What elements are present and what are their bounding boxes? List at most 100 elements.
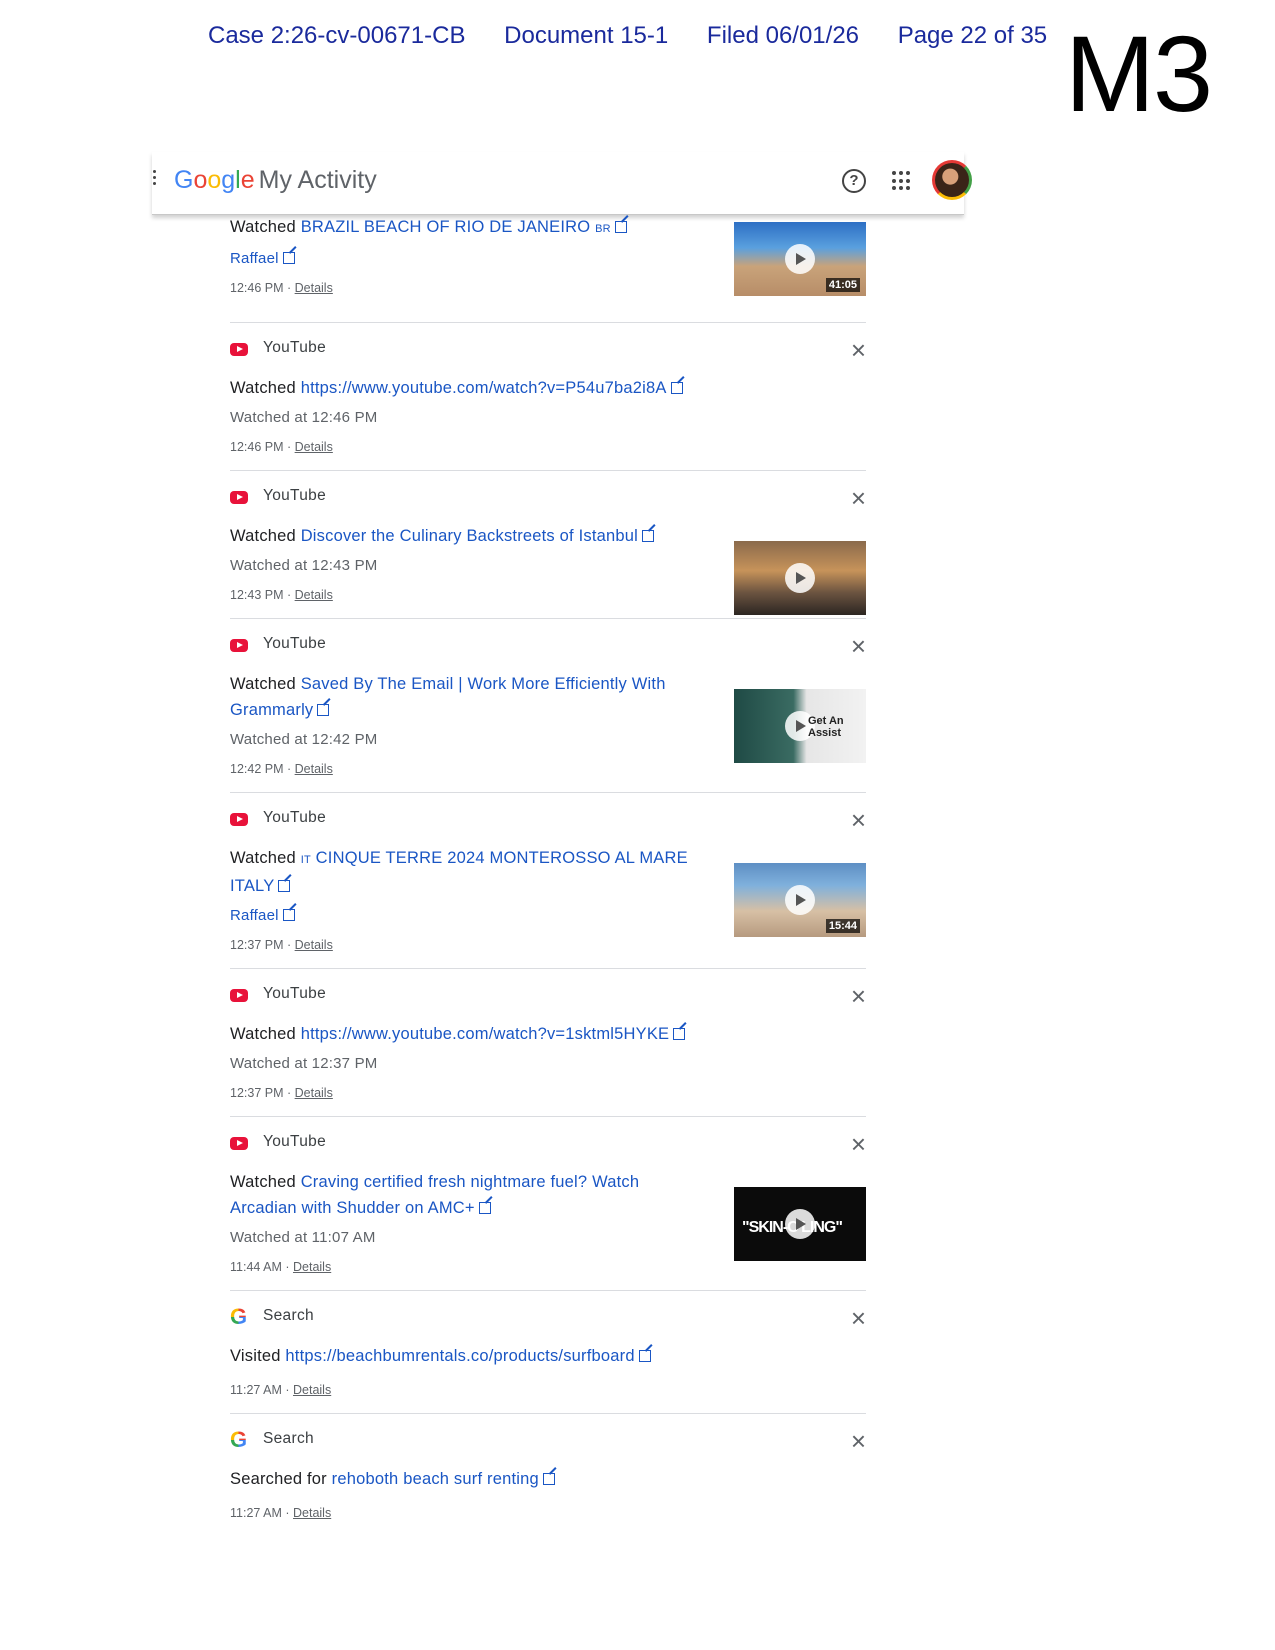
document-number: Document 15-1	[504, 22, 669, 49]
activity-link-text: https://www.youtube.com/watch?v=P54u7ba2…	[300, 379, 667, 397]
close-icon[interactable]: ×	[851, 485, 866, 511]
external-link-icon	[673, 1028, 686, 1040]
details-link[interactable]: Details	[293, 1260, 331, 1274]
video-thumbnail[interactable]: "SKIN-C LING"	[734, 1187, 866, 1261]
product-name: Search	[263, 1307, 314, 1324]
avatar[interactable]	[932, 160, 972, 200]
details-link[interactable]: Details	[295, 1086, 333, 1100]
activity-title: Watched Craving certified fresh nightmar…	[230, 1169, 690, 1221]
activity-item: YouTube × Get An Assist Watched Saved By…	[230, 633, 866, 793]
activity-meta: 12:37 PM · Details	[230, 938, 333, 952]
activity-item: G Search × Visited https://beachbumrenta…	[230, 1305, 866, 1414]
details-link[interactable]: Details	[295, 588, 333, 602]
logo-letter: g	[221, 166, 236, 194]
activity-item: G Search × Searched for rehoboth beach s…	[230, 1427, 866, 1520]
video-thumbnail[interactable]: Get An Assist	[734, 689, 866, 763]
logo-letter: o	[207, 166, 222, 194]
activity-verb: Watched	[230, 218, 301, 236]
activity-meta: 11:27 AM · Details	[230, 1383, 332, 1397]
activity-meta: 11:44 AM · Details	[230, 1260, 332, 1274]
video-thumbnail[interactable]	[734, 541, 866, 615]
product-name: YouTube	[263, 985, 327, 1002]
external-link-icon	[317, 704, 330, 716]
activity-link-text: BRAZIL BEACH OF RIO DE JANEIRO	[300, 218, 591, 236]
close-icon[interactable]: ×	[851, 807, 866, 833]
google-g-icon: G	[230, 1427, 248, 1452]
channel-name: Raffael	[230, 907, 279, 924]
video-thumbnail[interactable]: 15:44	[734, 863, 866, 937]
activity-link[interactable]: https://beachbumrentals.co/products/surf…	[285, 1347, 651, 1365]
country-tag: BR	[595, 223, 611, 235]
close-icon[interactable]: ×	[851, 1305, 866, 1331]
product-row: YouTube ×	[230, 807, 866, 833]
google-my-activity-logo[interactable]: Google My Activity	[174, 166, 377, 195]
youtube-logo-icon	[230, 1137, 248, 1150]
activity-item: 41:05 Watched BRAZIL BEACH OF RIO DE JAN…	[230, 214, 866, 323]
activity-item: YouTube × Watched https://www.youtube.co…	[230, 983, 866, 1117]
product-name: YouTube	[263, 1133, 327, 1150]
video-thumbnail[interactable]: 41:05	[734, 222, 866, 296]
activity-time: 12:42 PM	[230, 762, 284, 776]
activity-item: YouTube × Watched https://www.youtube.co…	[230, 337, 866, 471]
close-icon[interactable]: ×	[851, 1131, 866, 1157]
activity-link[interactable]: https://www.youtube.com/watch?v=1sktml5H…	[301, 1025, 686, 1043]
external-link-icon	[542, 1473, 555, 1485]
activity-link-text: https://beachbumrentals.co/products/surf…	[285, 1347, 635, 1365]
details-link[interactable]: Details	[295, 762, 333, 776]
external-link-icon	[282, 909, 295, 921]
external-link-icon	[478, 1202, 491, 1214]
activity-link[interactable]: https://www.youtube.com/watch?v=P54u7ba2…	[301, 379, 683, 397]
filed-date: Filed 06/01/26	[706, 22, 860, 49]
details-link[interactable]: Details	[295, 440, 333, 454]
details-link[interactable]: Details	[293, 1383, 331, 1397]
activity-verb: Visited	[230, 1347, 286, 1365]
activity-verb: Watched	[230, 1025, 301, 1043]
activity-time: 12:43 PM	[230, 588, 284, 602]
activity-link-text: rehoboth beach surf renting	[331, 1470, 539, 1488]
activity-feed: 41:05 Watched BRAZIL BEACH OF RIO DE JAN…	[230, 214, 866, 1536]
details-link[interactable]: Details	[293, 1506, 331, 1520]
play-icon	[785, 563, 815, 593]
activity-link-text: Discover the Culinary Backstreets of Ist…	[300, 527, 638, 545]
product-name: Search	[263, 1430, 314, 1447]
watched-at: Watched at 12:37 PM	[230, 1055, 378, 1072]
activity-title: Watched https://www.youtube.com/watch?v=…	[230, 375, 750, 401]
help-icon[interactable]: ?	[842, 169, 866, 193]
close-icon[interactable]: ×	[851, 633, 866, 659]
product-row: YouTube ×	[230, 337, 866, 363]
exhibit-label: M3	[1065, 13, 1213, 134]
logo-letter: G	[174, 166, 194, 194]
external-link-icon	[278, 880, 291, 892]
external-link-icon	[614, 221, 627, 233]
thumbnail-caption: Get An Assist	[808, 715, 844, 739]
activity-title: Watched https://www.youtube.com/watch?v=…	[230, 1021, 750, 1047]
activity-title: Visited https://beachbumrentals.co/produ…	[230, 1343, 750, 1369]
activity-link[interactable]: BRAZIL BEACH OF RIO DE JANEIRO BR	[301, 218, 627, 236]
play-icon	[785, 885, 815, 915]
external-link-icon	[642, 530, 654, 542]
activity-link[interactable]: Discover the Culinary Backstreets of Ist…	[301, 527, 654, 545]
logo-letter: e	[240, 166, 255, 194]
activity-item: YouTube × "SKIN-C LING" Watched Craving …	[230, 1131, 866, 1291]
activity-time: 11:27 AM	[230, 1383, 282, 1397]
activity-time: 12:37 PM	[230, 1086, 284, 1100]
youtube-logo-icon	[230, 639, 248, 652]
close-icon[interactable]: ×	[851, 1428, 866, 1454]
more-menu-icon[interactable]	[152, 170, 158, 188]
product-row: YouTube ×	[230, 633, 866, 659]
close-icon[interactable]: ×	[851, 983, 866, 1009]
product-row: G Search ×	[230, 1427, 866, 1454]
activity-verb: Watched	[230, 675, 301, 693]
apps-grid-icon[interactable]	[892, 171, 912, 191]
activity-verb: Watched	[230, 379, 301, 397]
app-title: My Activity	[258, 166, 377, 194]
close-icon[interactable]: ×	[851, 337, 866, 363]
activity-link[interactable]: rehoboth beach surf renting	[332, 1470, 555, 1488]
app-header: Google My Activity ?	[152, 152, 972, 215]
details-link[interactable]: Details	[295, 938, 333, 952]
video-duration: 15:44	[825, 919, 860, 933]
activity-time: 11:27 AM	[230, 1506, 282, 1520]
product-name: YouTube	[263, 809, 327, 826]
details-link[interactable]: Details	[295, 281, 333, 295]
play-icon	[785, 244, 815, 274]
